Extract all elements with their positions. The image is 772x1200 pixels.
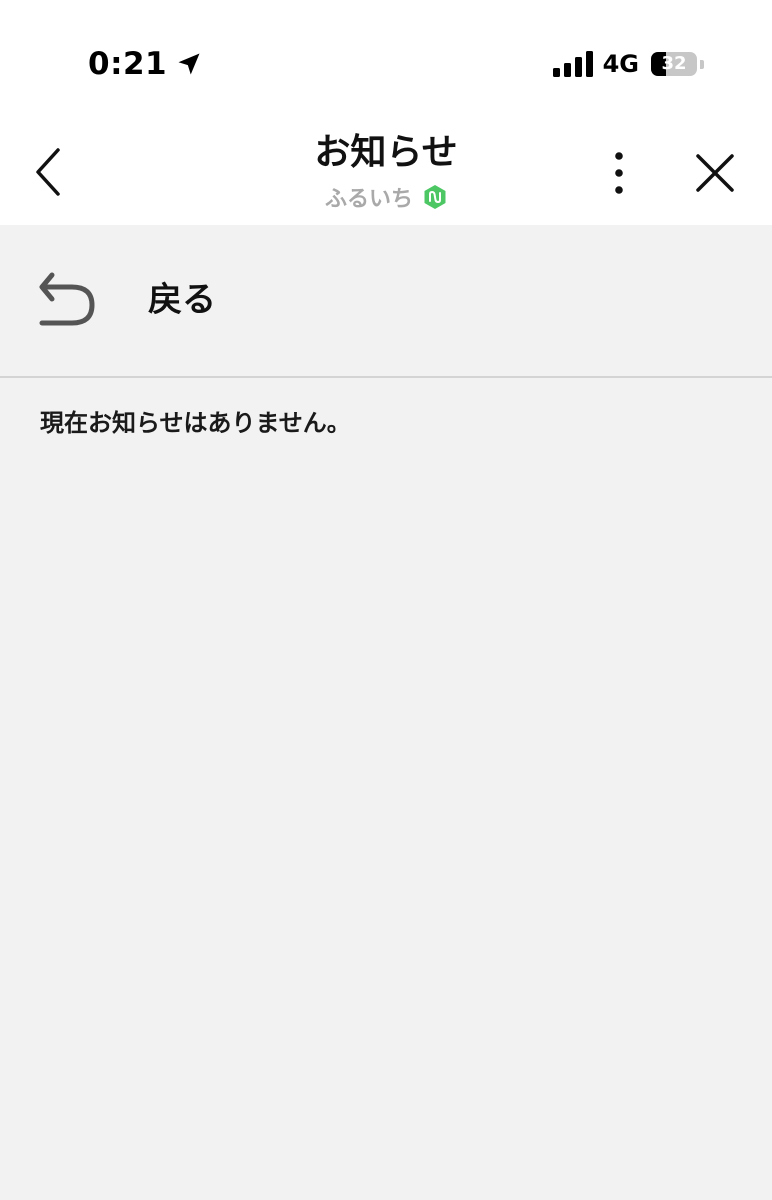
close-icon[interactable]: [688, 146, 742, 200]
status-time: 0:21: [88, 46, 168, 82]
empty-notice-message: 現在お知らせはありません。: [40, 409, 351, 437]
status-time-group: 0:21: [88, 42, 203, 86]
battery-cap: [700, 59, 704, 69]
page-title: お知らせ: [314, 132, 458, 173]
verified-badge-icon: [424, 185, 446, 209]
more-vertical-icon[interactable]: [596, 146, 642, 200]
battery-indicator: 32: [651, 52, 697, 76]
return-button[interactable]: 戻る: [0, 225, 772, 376]
nav-header: お知らせ ふるいち: [0, 120, 772, 225]
divider: [0, 376, 772, 378]
location-arrow-icon: [178, 53, 200, 75]
return-arrow-icon: [39, 272, 95, 326]
battery-level: 32: [661, 53, 687, 74]
return-label: 戻る: [148, 280, 216, 320]
account-name: ふるいち: [324, 187, 413, 212]
account-name-group: ふるいち: [0, 180, 772, 214]
status-bar: 0:21 4G 32: [0, 0, 772, 120]
network-type: 4G: [602, 50, 639, 78]
signal-bars-icon: [552, 51, 593, 77]
status-indicators: 4G 32: [552, 46, 704, 82]
